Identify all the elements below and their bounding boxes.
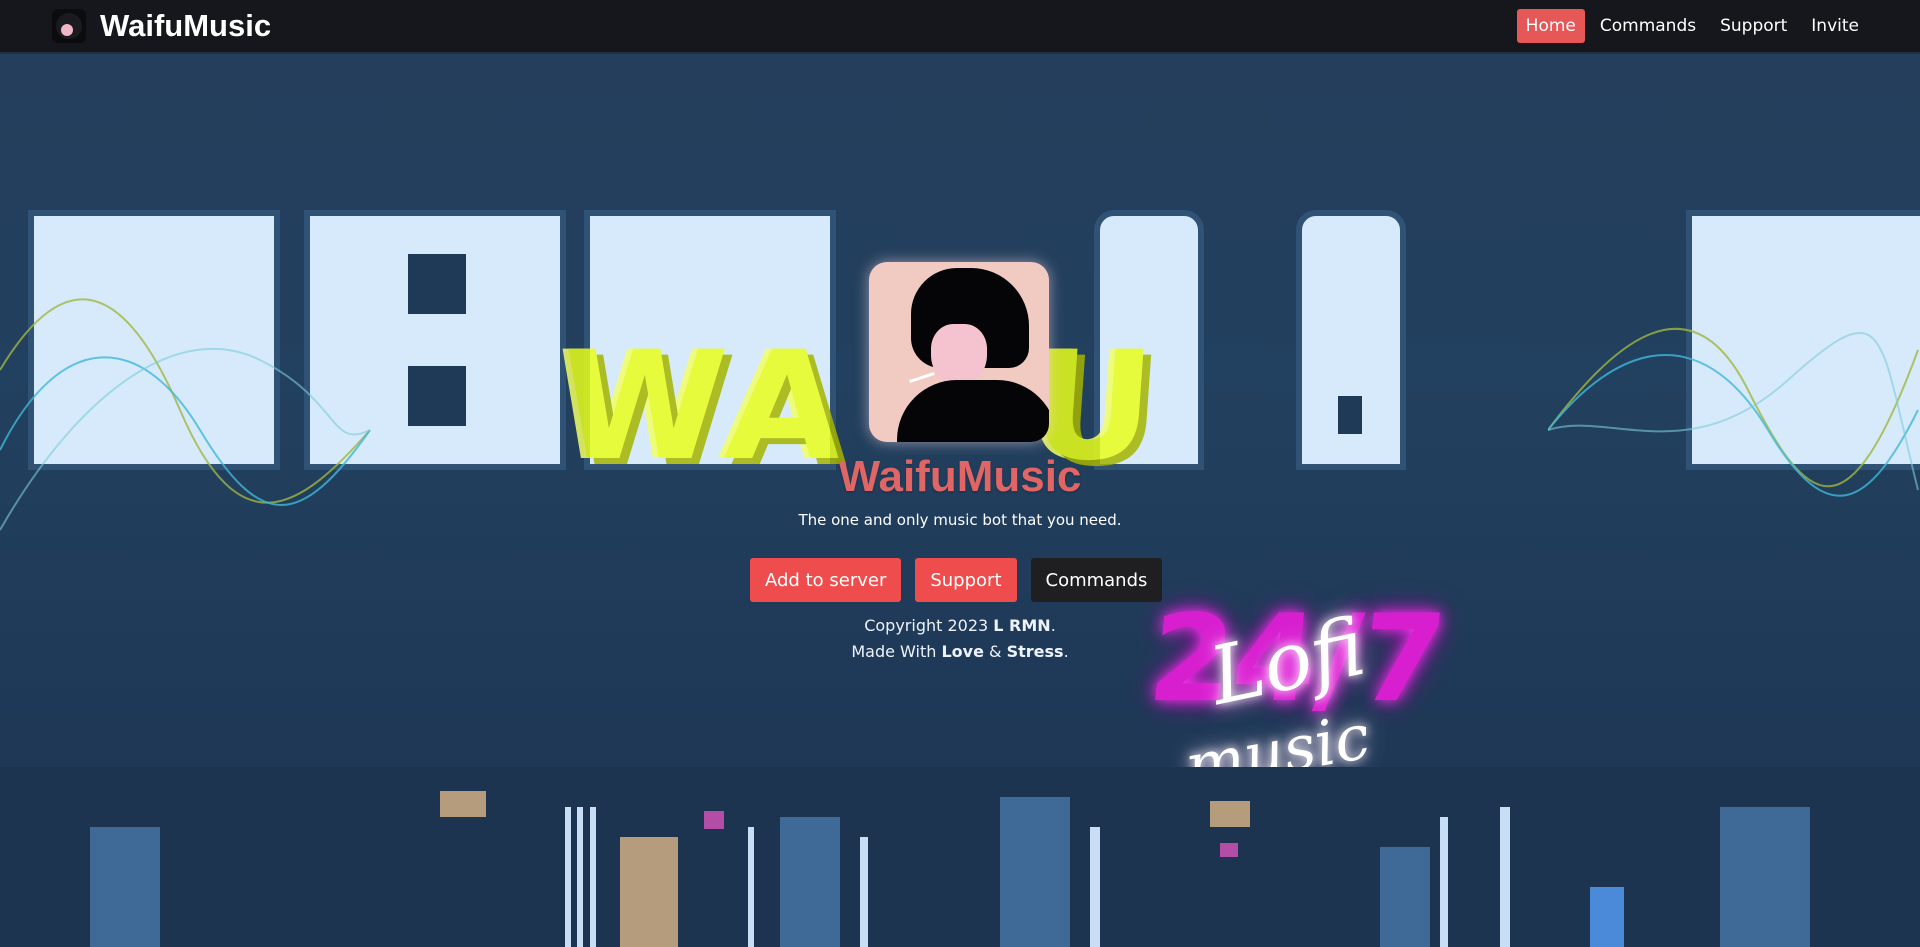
nav-link-invite[interactable]: Invite (1802, 9, 1868, 43)
copyright-owner: L RMN (993, 616, 1051, 635)
commands-button[interactable]: Commands (1030, 558, 1163, 602)
hero-actions: Add to server Support Commands (750, 558, 1163, 602)
support-button[interactable]: Support (915, 558, 1017, 602)
made-with-stress: Stress (1006, 642, 1064, 661)
brand-link[interactable]: WaifuMusic (52, 8, 271, 44)
brand-logo (52, 9, 86, 43)
copyright-prefix: Copyright 2023 (864, 616, 989, 635)
copyright-suffix: . (1050, 616, 1056, 635)
made-with-ampersand: & (989, 642, 1002, 661)
brand-name: WaifuMusic (100, 8, 272, 43)
made-with-text: Made With Love & Stress. (0, 642, 1920, 661)
add-to-server-button[interactable]: Add to server (750, 558, 902, 602)
tagline: The one and only music bot that you need… (798, 511, 1122, 529)
copyright-text: Copyright 2023 L RMN. (0, 616, 1920, 635)
made-with-prefix: Made With (851, 642, 937, 661)
hero-section: WaifuMusic The one and only music bot th… (0, 0, 1920, 947)
nav-link-commands[interactable]: Commands (1591, 9, 1705, 43)
bot-avatar (869, 262, 1049, 442)
nav-link-support[interactable]: Support (1711, 9, 1796, 43)
made-with-love: Love (941, 642, 984, 661)
nav-link-home[interactable]: Home (1516, 9, 1585, 43)
navbar: WaifuMusic Home Commands Support Invite (0, 0, 1920, 54)
made-with-suffix: . (1063, 642, 1069, 661)
nav-links: Home Commands Support Invite (1516, 9, 1868, 43)
page-title: WaifuMusic (838, 452, 1082, 501)
page: WA U 24/7 Lofi music WaifuMusic Home Com… (0, 0, 1920, 947)
